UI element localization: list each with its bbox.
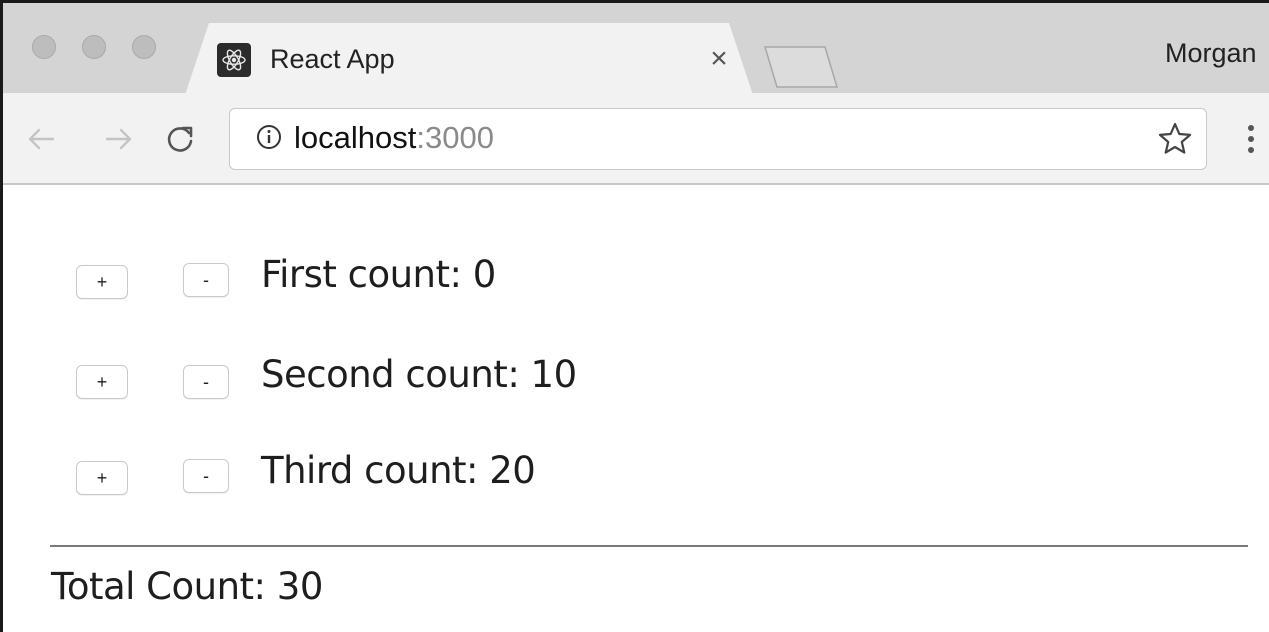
- close-tab-icon[interactable]: ×: [705, 43, 733, 75]
- star-icon[interactable]: [1157, 121, 1193, 157]
- info-icon[interactable]: [255, 123, 283, 151]
- back-arrow-icon[interactable]: [21, 117, 61, 161]
- close-window-button[interactable]: [32, 35, 56, 59]
- profile-name[interactable]: Morgan: [1165, 38, 1257, 69]
- url-host: localhost: [294, 120, 417, 155]
- increment-button[interactable]: +: [76, 461, 128, 495]
- url-port: :3000: [416, 120, 494, 155]
- tab-title: React App: [270, 44, 395, 74]
- forward-arrow-icon[interactable]: [99, 117, 139, 161]
- browser-window: React App × Morgan localhost:3000 + - Fi…: [0, 0, 1269, 632]
- second-count-label: Second count: 10: [261, 353, 577, 396]
- counter-row-first: + - First count: 0: [3, 253, 1269, 305]
- minimize-window-button[interactable]: [82, 35, 106, 59]
- divider: [50, 545, 1248, 547]
- reload-icon[interactable]: [160, 117, 200, 161]
- counter-row-third: + - Third count: 20: [3, 449, 1269, 501]
- url-text[interactable]: localhost:3000: [294, 120, 494, 156]
- react-logo-icon: [217, 43, 251, 77]
- decrement-button[interactable]: -: [183, 459, 229, 493]
- first-count-label: First count: 0: [261, 253, 496, 296]
- decrement-button[interactable]: -: [183, 263, 229, 297]
- maximize-window-button[interactable]: [132, 35, 156, 59]
- total-count-label: Total Count: 30: [51, 565, 323, 608]
- increment-button[interactable]: +: [76, 365, 128, 399]
- third-count-label: Third count: 20: [261, 449, 536, 492]
- increment-button[interactable]: +: [76, 265, 128, 299]
- counter-row-second: + - Second count: 10: [3, 353, 1269, 405]
- more-vertical-icon[interactable]: [1239, 121, 1263, 157]
- new-tab-button[interactable]: [761, 43, 839, 91]
- decrement-button[interactable]: -: [183, 365, 229, 399]
